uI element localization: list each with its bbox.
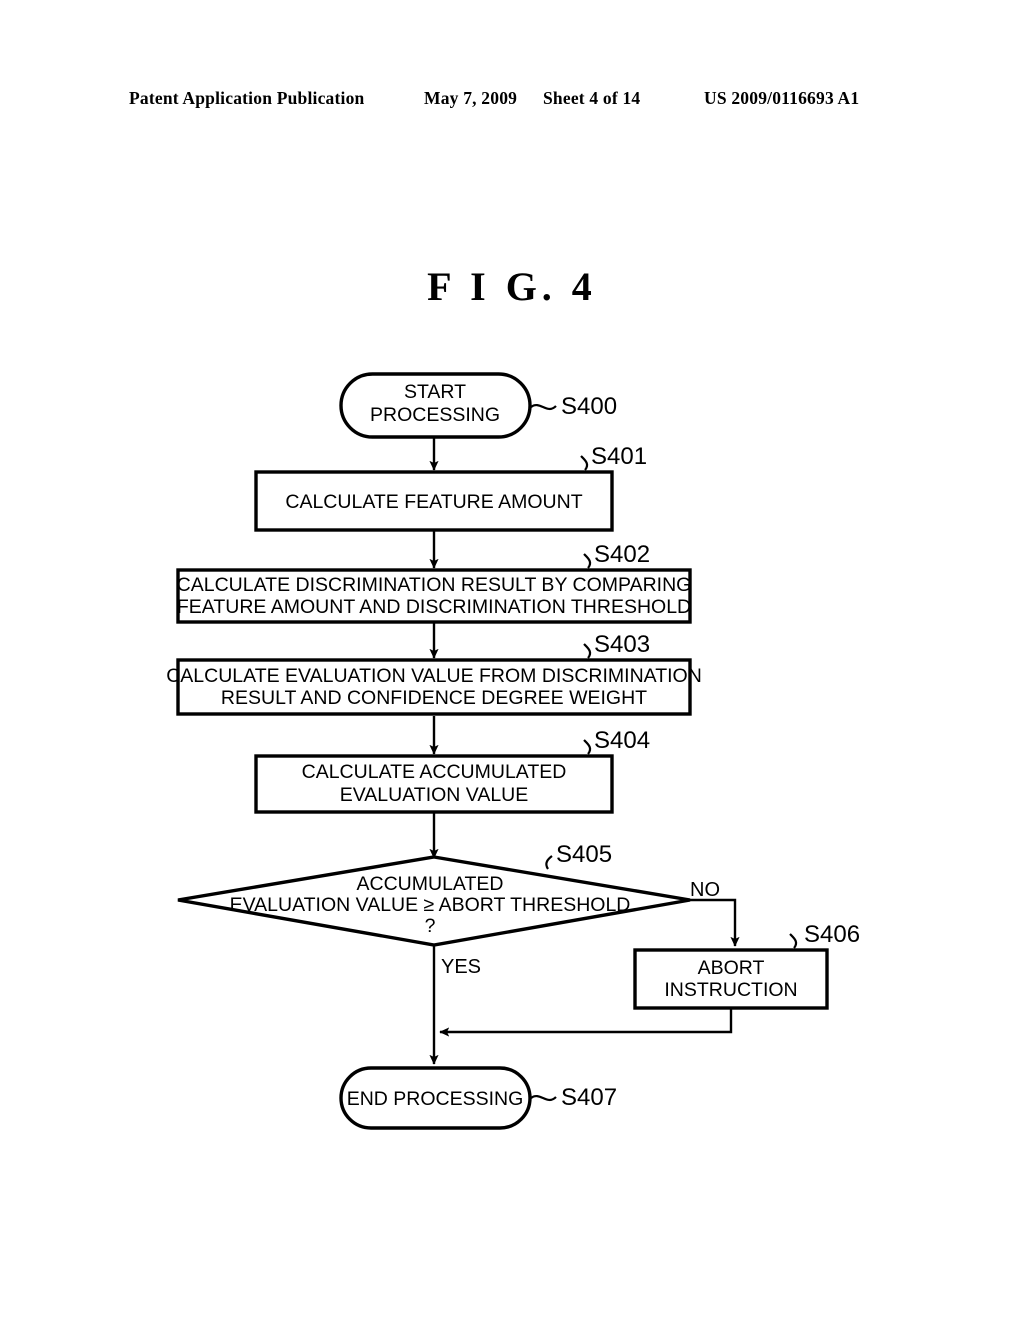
leader-s404 (583, 739, 592, 755)
node-abort-instruction-line-1: ABORT (698, 957, 765, 979)
branch-label-no: NO (690, 879, 720, 901)
node-end-processing-line-1: END PROCESSING (347, 1088, 524, 1110)
leader-s400 (530, 404, 557, 411)
leader-s402 (583, 553, 592, 569)
branch-label-yes: YES (441, 956, 481, 978)
node-calculate-feature-amount: CALCULATE FEATURE AMOUNT S401 (254, 443, 647, 532)
step-label-s403: S403 (594, 631, 650, 658)
leader-s401 (580, 455, 589, 471)
step-label-s407: S407 (561, 1084, 617, 1111)
connector-no-branch-to-s406 (690, 898, 740, 947)
node-end-processing: END PROCESSING S407 (339, 1066, 617, 1130)
leader-s405 (545, 855, 553, 870)
node-calculate-evaluation-value-line-2: RESULT AND CONFIDENCE DEGREE WEIGHT (221, 687, 647, 709)
node-calculate-evaluation-value-line-1: CALCULATE EVALUATION VALUE FROM DISCRIMI… (166, 665, 702, 687)
node-calculate-feature-amount-line-1: CALCULATE FEATURE AMOUNT (285, 491, 582, 513)
patent-figure-page: Patent Application Publication May 7, 20… (0, 0, 1024, 1320)
step-label-s404: S404 (594, 727, 650, 754)
step-label-s400: S400 (561, 393, 617, 420)
flowchart-diagram: START PROCESSING S400 CALCULATE FEATURE … (166, 372, 860, 1130)
node-calculate-discrimination-result-line-1: CALCULATE DISCRIMINATION RESULT BY COMPA… (177, 574, 692, 596)
node-decision-line-2: EVALUATION VALUE ≥ ABORT THRESHOLD (230, 894, 631, 916)
node-calculate-accumulated-evaluation-value: CALCULATE ACCUMULATED EVALUATION VALUE S… (254, 727, 650, 814)
leader-s403 (583, 643, 592, 659)
leader-s406 (789, 933, 798, 949)
node-abort-instruction-line-2: INSTRUCTION (664, 979, 797, 1001)
node-decision-line-1: ACCUMULATED (357, 873, 504, 895)
node-start-processing-line-1: START (404, 381, 466, 403)
node-decision-line-3: ? (425, 915, 436, 937)
node-abort-instruction: ABORT INSTRUCTION S406 (633, 921, 860, 1010)
node-calculate-discrimination-result-line-2: FEATURE AMOUNT AND DISCRIMINATION THRESH… (177, 596, 691, 618)
node-start-processing-line-2: PROCESSING (370, 404, 500, 426)
step-label-s405: S405 (556, 841, 612, 868)
connector-s406-to-merge (439, 1008, 733, 1037)
leader-s407 (530, 1095, 557, 1102)
step-label-s406: S406 (804, 921, 860, 948)
step-label-s402: S402 (594, 541, 650, 568)
node-calculate-accumulated-evaluation-value-line-2: EVALUATION VALUE (340, 784, 529, 806)
step-label-s401: S401 (591, 443, 647, 470)
node-calculate-accumulated-evaluation-value-line-1: CALCULATE ACCUMULATED (302, 761, 567, 783)
node-decision-accumulated-vs-threshold: ACCUMULATED EVALUATION VALUE ≥ ABORT THR… (177, 841, 691, 947)
node-start-processing: START PROCESSING S400 (339, 372, 617, 439)
